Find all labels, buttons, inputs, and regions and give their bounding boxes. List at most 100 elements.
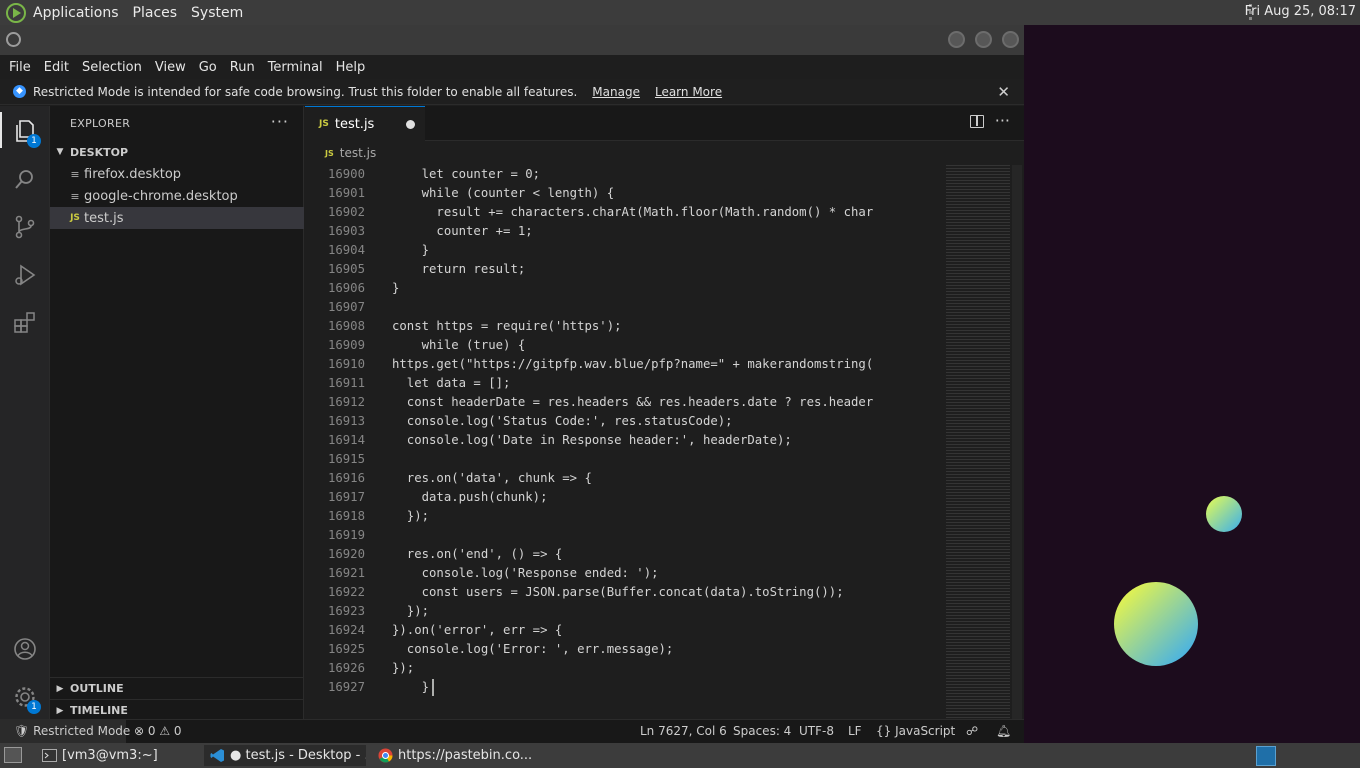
code-line[interactable]: 16922 const users = JSON.parse(Buffer.co… bbox=[305, 583, 945, 602]
vertical-scrollbar[interactable] bbox=[1012, 165, 1022, 719]
system-menu[interactable]: System bbox=[191, 5, 243, 21]
gear-icon[interactable]: 1 bbox=[12, 684, 41, 714]
problems-status[interactable]: ⊗ 0 ⚠ 0 bbox=[134, 724, 182, 738]
manage-badge: 1 bbox=[27, 700, 41, 714]
bell-icon[interactable]: 🔔︎ bbox=[996, 724, 1011, 738]
bottom-taskbar: [vm3@vm3:~] ● test.js - Desktop - ... ht… bbox=[0, 743, 1360, 768]
cursor-position-status[interactable]: Ln 7627, Col 6 bbox=[640, 724, 727, 738]
code-line[interactable]: 16927 } bbox=[305, 678, 945, 697]
code-line[interactable]: 16921 console.log('Response ended: '); bbox=[305, 564, 945, 583]
code-editor[interactable]: 16900 let counter = 0; 16901 while (count… bbox=[305, 165, 945, 719]
feedback-icon[interactable]: ☍ bbox=[966, 724, 978, 738]
source-control-icon[interactable] bbox=[12, 214, 38, 240]
code-line[interactable]: 16913 console.log('Status Code:', res.st… bbox=[305, 412, 945, 431]
code-line[interactable]: 16906} bbox=[305, 279, 945, 298]
minimize-button[interactable] bbox=[948, 31, 965, 48]
menu-terminal[interactable]: Terminal bbox=[268, 60, 323, 75]
line-text: }).on('error', err => { bbox=[392, 623, 563, 637]
code-line[interactable]: 16918 }); bbox=[305, 507, 945, 526]
line-number: 16905 bbox=[327, 262, 365, 276]
code-line[interactable]: 16905 return result; bbox=[305, 260, 945, 279]
folder-section-desktop[interactable]: ▼ DESKTOP bbox=[50, 141, 304, 163]
eol-status[interactable]: LF bbox=[848, 724, 862, 738]
line-text: } bbox=[392, 680, 430, 694]
explorer-icon[interactable]: 1 bbox=[12, 118, 41, 148]
restricted-mode-status[interactable]: 🛡 Restricted Mode bbox=[0, 720, 130, 743]
search-icon[interactable] bbox=[12, 166, 38, 192]
minimap[interactable] bbox=[946, 165, 1010, 719]
more-actions-icon[interactable]: ··· bbox=[995, 111, 1010, 130]
line-number: 16912 bbox=[327, 395, 365, 409]
line-number: 16900 bbox=[327, 167, 365, 181]
wallpaper-sphere-small bbox=[1206, 496, 1242, 532]
close-window-button[interactable] bbox=[1002, 31, 1019, 48]
outline-section[interactable]: ▶ OUTLINE bbox=[50, 677, 304, 699]
applications-menu[interactable]: Applications bbox=[33, 5, 119, 21]
code-line[interactable]: 16916 res.on('data', chunk => { bbox=[305, 469, 945, 488]
code-line[interactable]: 16911 let data = []; bbox=[305, 374, 945, 393]
unsaved-dot-icon[interactable] bbox=[406, 120, 415, 129]
file-item-firefox[interactable]: ≡ firefox.desktop bbox=[50, 163, 304, 185]
menu-view[interactable]: View bbox=[155, 60, 186, 75]
line-text: while (counter < length) { bbox=[392, 186, 615, 200]
menu-help[interactable]: Help bbox=[336, 60, 366, 75]
extensions-icon[interactable] bbox=[12, 310, 38, 336]
tray-app-icon[interactable] bbox=[1256, 746, 1276, 766]
menu-go[interactable]: Go bbox=[199, 60, 217, 75]
code-line[interactable]: 16926}); bbox=[305, 659, 945, 678]
places-menu[interactable]: Places bbox=[133, 5, 178, 21]
encoding-status[interactable]: UTF-8 bbox=[799, 724, 834, 738]
language-status[interactable]: {} JavaScript bbox=[876, 724, 955, 738]
menu-edit[interactable]: Edit bbox=[44, 60, 69, 75]
code-line[interactable]: 16900 let counter = 0; bbox=[305, 165, 945, 184]
code-line[interactable]: 16925 console.log('Error: ', err.message… bbox=[305, 640, 945, 659]
code-line[interactable]: 16917 data.push(chunk); bbox=[305, 488, 945, 507]
file-item-google-chrome[interactable]: ≡ google-chrome.desktop bbox=[50, 185, 304, 207]
code-line[interactable]: 16908 const https = require('https'); bbox=[305, 317, 945, 336]
chevron-right-icon: ▶ bbox=[56, 705, 64, 716]
menu-selection[interactable]: Selection bbox=[82, 60, 142, 75]
taskbar-item-vscode[interactable]: ● test.js - Desktop - ... bbox=[204, 745, 366, 766]
menu-run[interactable]: Run bbox=[230, 60, 255, 75]
code-line[interactable]: 16915 bbox=[305, 450, 945, 469]
breadcrumb[interactable]: JS test.js bbox=[325, 144, 376, 162]
taskbar-item-terminal[interactable]: [vm3@vm3:~] bbox=[36, 745, 196, 766]
timeline-section[interactable]: ▶ TIMELINE bbox=[50, 699, 304, 721]
show-desktop-icon[interactable] bbox=[4, 747, 22, 763]
distro-logo-icon[interactable] bbox=[5, 2, 27, 24]
window-icon bbox=[6, 32, 21, 47]
code-line[interactable]: 16903 counter += 1; bbox=[305, 222, 945, 241]
code-line[interactable]: 16914 console.log('Date in Response head… bbox=[305, 431, 945, 450]
maximize-button[interactable] bbox=[975, 31, 992, 48]
code-line[interactable]: 16912 const headerDate = res.headers && … bbox=[305, 393, 945, 412]
restricted-label: Restricted Mode bbox=[33, 724, 131, 738]
window-titlebar[interactable] bbox=[0, 25, 1024, 55]
code-line[interactable]: 16907 bbox=[305, 298, 945, 317]
indentation-status[interactable]: Spaces: 4 bbox=[733, 724, 791, 738]
code-line[interactable]: 16924}).on('error', err => { bbox=[305, 621, 945, 640]
code-line[interactable]: 16919 bbox=[305, 526, 945, 545]
accounts-icon[interactable] bbox=[12, 636, 38, 662]
tab-test-js[interactable]: JS test.js bbox=[305, 106, 425, 141]
line-text: const headerDate = res.headers && res.he… bbox=[392, 395, 874, 409]
manage-link[interactable]: Manage bbox=[592, 85, 640, 99]
outline-label: OUTLINE bbox=[70, 682, 124, 695]
code-line[interactable]: 16904 } bbox=[305, 241, 945, 260]
run-debug-icon[interactable] bbox=[12, 262, 38, 288]
code-line[interactable]: 16923 }); bbox=[305, 602, 945, 621]
learn-more-link[interactable]: Learn More bbox=[655, 85, 722, 99]
menu-file[interactable]: File bbox=[9, 60, 31, 75]
code-line[interactable]: 16901 while (counter < length) { bbox=[305, 184, 945, 203]
folder-label: DESKTOP bbox=[70, 145, 129, 159]
code-line[interactable]: 16909 while (true) { bbox=[305, 336, 945, 355]
file-item-test-js[interactable]: JS test.js bbox=[50, 207, 304, 229]
line-text: res.on('data', chunk => { bbox=[392, 471, 592, 485]
code-line[interactable]: 16920 res.on('end', () => { bbox=[305, 545, 945, 564]
close-icon[interactable]: ✕ bbox=[997, 83, 1010, 101]
more-actions-icon[interactable]: ··· bbox=[271, 112, 289, 131]
code-line[interactable]: 16910 https.get("https://gitpfp.wav.blue/… bbox=[305, 355, 945, 374]
taskbar-item-chrome[interactable]: https://pastebin.co... bbox=[372, 745, 542, 766]
code-line[interactable]: 16902 result += characters.charAt(Math.f… bbox=[305, 203, 945, 222]
split-editor-icon[interactable] bbox=[970, 115, 984, 128]
clock[interactable]: Fri Aug 25, 08:17 bbox=[1245, 4, 1356, 19]
